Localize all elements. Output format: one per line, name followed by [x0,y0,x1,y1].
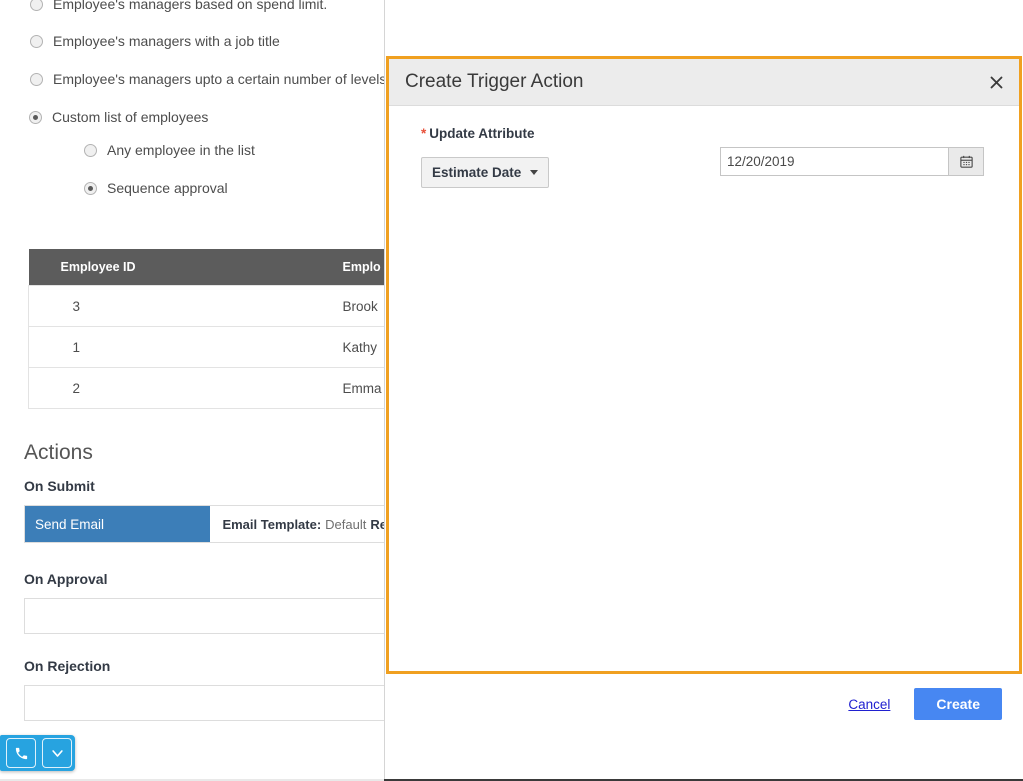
dialog-body: *Update Attribute Estimate Date [389,106,1019,670]
radio-option-label: Employee's managers with a job title [53,33,280,49]
radio-indicator[interactable] [84,144,97,157]
radio-option-custom-list[interactable]: Custom list of employees [29,109,208,125]
column-header-handle[interactable] [29,249,61,286]
estimate-date-input[interactable] [720,147,948,176]
table-row[interactable]: 1 Kathy [29,327,401,368]
cell-employee-id: 3 [61,286,343,327]
row-handle-cell [29,286,61,327]
estimate-date-field-group [720,147,984,176]
cell-employee-id: 2 [61,368,343,409]
radio-indicator[interactable] [30,35,43,48]
dialog-title: Create Trigger Action [405,71,583,93]
close-icon[interactable] [986,72,1006,92]
create-button[interactable]: Create [914,688,1002,720]
radio-option-label: Employee's managers based on spend limit… [53,0,327,12]
table-header-row: Employee ID Emplo [29,249,401,286]
radio-suboption-label: Sequence approval [107,180,228,196]
radio-indicator[interactable] [84,182,97,195]
on-rejection-action-box[interactable] [24,685,400,721]
table-row[interactable]: 2 Emma [29,368,401,409]
dialog-header: Create Trigger Action [389,59,1019,106]
radio-option-job-title[interactable]: Employee's managers with a job title [30,33,280,49]
radio-indicator[interactable] [29,111,42,124]
on-submit-action-strip: Send Email Email Template: Default Re [24,505,400,543]
chevron-down-icon [530,170,538,175]
row-handle-cell [29,368,61,409]
row-handle-cell [29,327,61,368]
floating-chat-widget [0,735,75,771]
on-rejection-label: On Rejection [24,658,110,674]
screen: Employee's managers based on spend limit… [0,0,1023,781]
cell-employee-id: 1 [61,327,343,368]
table-header: Employee ID Emplo [29,249,401,286]
update-attribute-label: *Update Attribute [421,126,1019,141]
phone-icon[interactable] [6,738,36,768]
update-attribute-label-text: Update Attribute [429,126,534,141]
send-email-tab[interactable]: Send Email [25,506,210,542]
required-marker: * [421,126,426,141]
email-template-detail[interactable]: Email Template: Default Re [210,506,399,542]
employee-list-table: Employee ID Emplo 3 Brook 1 Kathy 2 [28,249,401,409]
table-body: 3 Brook 1 Kathy 2 Emma [29,286,401,409]
column-header-employee-id[interactable]: Employee ID [61,249,343,286]
on-submit-label: On Submit [24,478,95,494]
on-approval-label: On Approval [24,571,108,587]
table-row[interactable]: 3 Brook [29,286,401,327]
radio-option-spend-limit[interactable]: Employee's managers based on spend limit… [30,0,327,12]
radio-indicator[interactable] [30,0,43,11]
radio-option-levels[interactable]: Employee's managers upto a certain numbe… [30,71,386,87]
on-approval-action-box[interactable] [24,598,400,634]
radio-indicator[interactable] [30,73,43,86]
radio-suboption-sequence-approval[interactable]: Sequence approval [84,180,228,196]
chevron-down-icon[interactable] [42,738,72,768]
email-template-label: Email Template: [222,517,321,532]
radio-suboption-label: Any employee in the list [107,142,255,158]
calendar-icon[interactable] [948,147,984,176]
email-template-value: Default [325,517,366,532]
cancel-link[interactable]: Cancel [848,697,890,712]
attribute-dropdown-value: Estimate Date [432,165,521,180]
actions-section-title: Actions [24,441,93,465]
attribute-dropdown[interactable]: Estimate Date [421,157,549,188]
radio-option-label: Custom list of employees [52,109,208,125]
radio-suboption-any-employee[interactable]: Any employee in the list [84,142,255,158]
radio-option-label: Employee's managers upto a certain numbe… [53,71,386,87]
dialog-footer: Cancel Create [386,674,1022,734]
